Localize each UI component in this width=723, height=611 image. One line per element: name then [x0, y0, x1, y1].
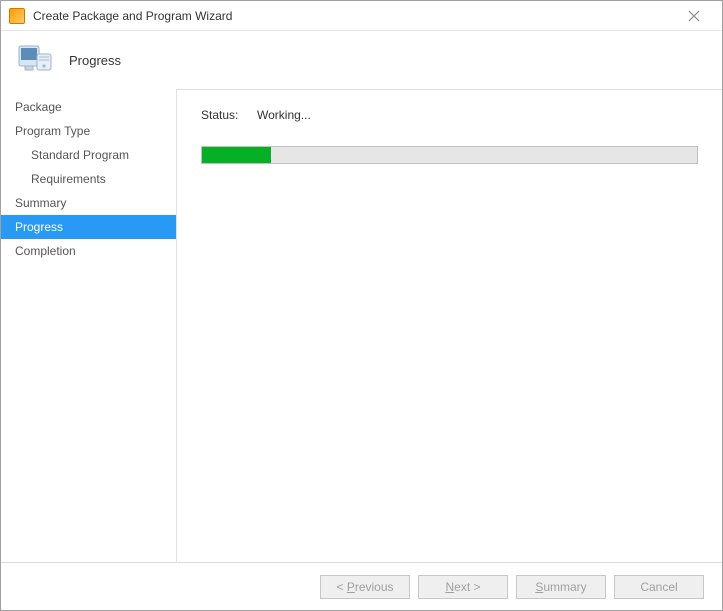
- sidebar-item-progress[interactable]: Progress: [1, 215, 176, 239]
- progress-bar: [201, 146, 698, 164]
- titlebar: Create Package and Program Wizard: [1, 1, 722, 31]
- window-title: Create Package and Program Wizard: [33, 9, 674, 23]
- sidebar-item-package[interactable]: Package: [1, 95, 176, 119]
- cancel-button[interactable]: Cancel: [614, 575, 704, 599]
- previous-button[interactable]: < Previous: [320, 575, 410, 599]
- close-icon: [688, 10, 700, 22]
- status-value: Working...: [257, 108, 311, 122]
- wizard-footer: < Previous Next > Summary Cancel: [1, 562, 722, 610]
- sidebar-item-requirements[interactable]: Requirements: [1, 167, 176, 191]
- page-title: Progress: [69, 53, 121, 68]
- sidebar-item-standard-program[interactable]: Standard Program: [1, 143, 176, 167]
- status-row: Status: Working...: [201, 108, 698, 122]
- sidebar-item-summary[interactable]: Summary: [1, 191, 176, 215]
- next-button[interactable]: Next >: [418, 575, 508, 599]
- wizard-sidebar: Package Program Type Standard Program Re…: [1, 89, 177, 562]
- wizard-content: Status: Working...: [177, 89, 722, 562]
- status-label: Status:: [201, 108, 257, 122]
- wizard-body: Package Program Type Standard Program Re…: [1, 89, 722, 562]
- progress-fill: [202, 147, 271, 163]
- close-button[interactable]: [674, 2, 714, 30]
- wizard-header: Progress: [1, 31, 722, 89]
- sidebar-item-program-type[interactable]: Program Type: [1, 119, 176, 143]
- computer-icon: [15, 40, 55, 80]
- app-icon: [9, 8, 25, 24]
- sidebar-item-completion[interactable]: Completion: [1, 239, 176, 263]
- summary-button[interactable]: Summary: [516, 575, 606, 599]
